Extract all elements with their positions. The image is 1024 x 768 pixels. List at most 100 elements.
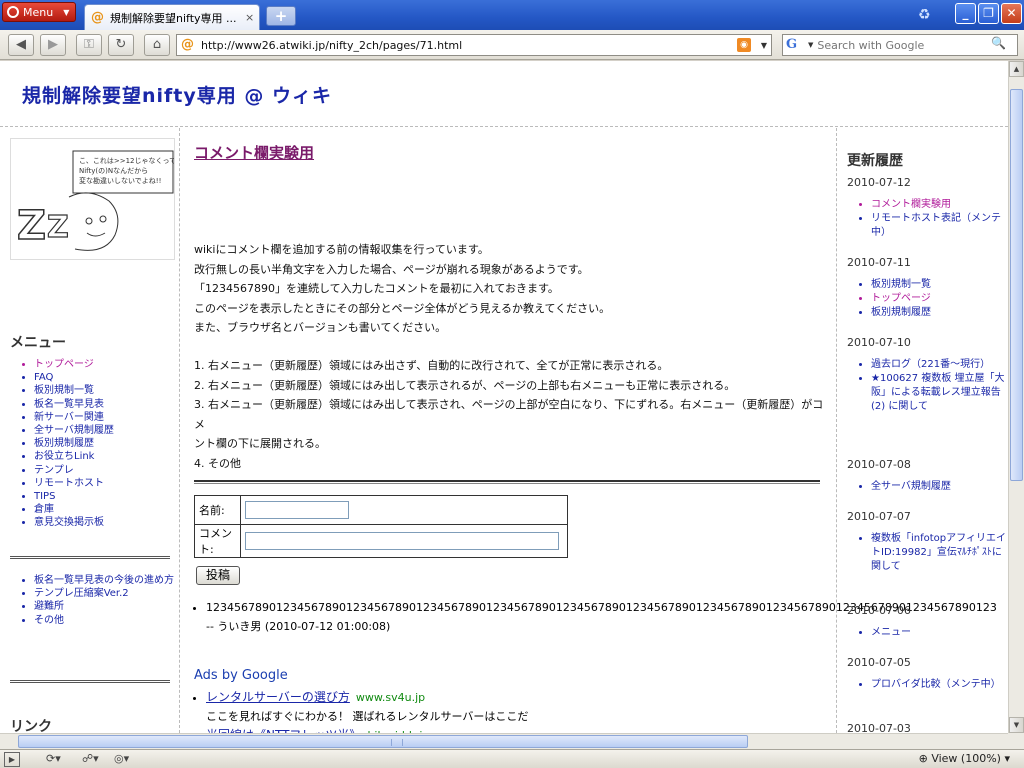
menu-item[interactable]: 倉庫 [34, 503, 114, 516]
scroll-thumb[interactable] [1010, 89, 1023, 481]
comment-label: コメント: [194, 524, 241, 558]
extra-menu-item[interactable]: 避難所 [34, 600, 176, 613]
menu-item[interactable]: 意見交換掲示板 [34, 516, 114, 529]
chevron-down-icon[interactable]: ▼ [808, 41, 813, 49]
svg-text:Z: Z [47, 210, 69, 245]
search-input[interactable] [817, 38, 988, 52]
divider [10, 556, 170, 559]
minimize-button[interactable]: _ [955, 3, 976, 24]
unite-icon[interactable]: ☍▾ [82, 752, 99, 767]
recent-updates: 更新履歴 2010-07-12 コメント欄実験用リモートホスト表記（メンテ中） 20… [836, 128, 1008, 733]
opera-menu-icon [7, 6, 19, 18]
google-icon[interactable]: G [786, 37, 804, 53]
zoom-control[interactable]: ⊕ View (100%) ▾ [919, 752, 1010, 765]
update-list: プロバイダ比較（メンテ中） [837, 678, 1007, 692]
update-date: 2010-07-10 [847, 336, 911, 349]
update-date: 2010-07-06 [847, 604, 911, 617]
update-date: 2010-07-11 [847, 256, 911, 269]
back-button[interactable]: ◀ [8, 34, 34, 56]
rss-icon[interactable]: ◉ [737, 38, 751, 52]
update-item[interactable]: プロバイダ比較（メンテ中） [871, 678, 1007, 692]
tab-title: 規制解除要望nifty専用 ... [110, 11, 237, 25]
site-title[interactable]: 規制解除要望nifty専用 @ ウィキ [22, 81, 332, 108]
extra-menu-item[interactable]: その他 [34, 614, 176, 627]
name-label: 名前: [194, 495, 241, 525]
menu-item[interactable]: FAQ [34, 371, 114, 384]
address-field[interactable]: @ http://www26.atwiki.jp/nifty_2ch/pages… [176, 34, 772, 56]
update-item[interactable]: リモートホスト表記（メンテ中） [871, 212, 1007, 240]
update-item[interactable]: 板別規制履歴 [871, 306, 1007, 320]
update-item[interactable]: トップページ [871, 292, 1007, 306]
ad-title-link[interactable]: レンタルサーバーの選び方 [206, 690, 350, 704]
menu-title: メニュー [10, 335, 66, 351]
update-item[interactable]: 板別規制一覧 [871, 278, 1007, 292]
name-field[interactable] [245, 501, 349, 519]
back-icon: ◀ [16, 37, 26, 52]
search-icon[interactable]: 🔍 [991, 36, 1009, 54]
intro-line: また、ブラウザ名とバージョンも書いてください。 [194, 321, 447, 334]
extra-menu-item[interactable]: テンプレ圧縮案Ver.2 [34, 587, 176, 600]
sync-icon[interactable]: ⟳▾ [46, 752, 61, 767]
scroll-up-icon[interactable]: ▲ [1009, 61, 1024, 77]
close-tab-icon[interactable]: × [245, 11, 254, 24]
forward-button[interactable]: ▶ [40, 34, 66, 56]
update-item[interactable]: 全サーバ規制履歴 [871, 480, 1007, 494]
zoom-icon: ⊕ [918, 752, 928, 765]
update-item[interactable]: 過去ログ（221番～現行） [871, 358, 1007, 372]
update-date: 2010-07-07 [847, 510, 911, 523]
submit-button[interactable]: 投稿 [196, 566, 240, 585]
update-item[interactable]: ★100627 複数板 埋立屋「大阪」による転載レス埋立報告 (2) に関して [871, 372, 1007, 414]
turbo-icon[interactable]: ◎▾ [114, 752, 129, 767]
ads-title[interactable]: Ads by Google [194, 668, 288, 683]
extra-menu-list: 板名一覧早見表の今後の進め方テンプレ圧縮案Ver.2避難所その他 [0, 574, 176, 627]
forward-icon: ▶ [48, 37, 58, 52]
vertical-scrollbar[interactable]: ▲ ▼ [1008, 61, 1024, 733]
chevron-down-icon[interactable]: ▼ [757, 41, 771, 50]
new-tab-button[interactable]: + [266, 6, 296, 26]
update-item[interactable]: 複数板「infotopアフィリエイトID:19982」宣伝ﾏﾙﾁﾎﾟｽﾄに関して [871, 532, 1007, 574]
menu-item[interactable]: 新サーバー関連 [34, 411, 114, 424]
update-item[interactable]: メニュー [871, 626, 1007, 640]
comment-field[interactable] [245, 532, 559, 550]
menu-item[interactable]: リモートホスト [34, 477, 114, 490]
search-box[interactable]: G ▼ 🔍 [782, 34, 1018, 56]
option-line: ント欄の下に展開される。 [194, 437, 326, 450]
tab-active[interactable]: @ 規制解除要望nifty専用 ... × [84, 4, 260, 30]
opera-menu-button[interactable]: Menu ▼ [2, 2, 76, 22]
horizontal-scrollbar[interactable] [0, 733, 1008, 749]
banner-image[interactable]: こ、これは>>12じゃなくって Nifty(の)Nなんだから 変な勘違いしないで… [10, 138, 175, 260]
menu-label: Menu [23, 5, 54, 19]
ads-list: レンタルサーバーの選び方 www.sv4u.jp ここを見ればすぐにわかる！ 選ばれ… [206, 688, 826, 733]
menu-item[interactable]: トップページ [34, 358, 114, 371]
wand-button[interactable]: ⚿ [76, 34, 102, 56]
menu-item[interactable]: 板別規制履歴 [34, 437, 114, 450]
home-button[interactable]: ⌂ [144, 34, 170, 56]
intro-line: 改行無しの長い半角文字を入力した場合、ページが崩れる現象があるようです。 [194, 262, 589, 276]
menu-item[interactable]: お役立ちLink [34, 450, 114, 463]
trash-icon[interactable]: ♻ [918, 7, 936, 25]
ad-url[interactable]: www.sv4u.jp [356, 691, 425, 704]
menu-item[interactable]: 板名一覧早見表 [34, 398, 114, 411]
update-date: 2010-07-03 [847, 722, 911, 733]
divider [194, 480, 820, 484]
panel-icon[interactable]: ▶ [4, 752, 20, 767]
menu-item[interactable]: 板別規制一覧 [34, 384, 114, 397]
options-text: 1. 右メニュー（更新履歴）領域にはみ出さず、自動的に改行されて、全てが正常に表… [194, 356, 824, 473]
menu-item[interactable]: TIPS [34, 490, 114, 503]
scroll-down-icon[interactable]: ▼ [1009, 717, 1024, 733]
banner-line-2: Nifty(の)Nなんだから [79, 167, 148, 175]
update-list: 過去ログ（221番～現行）★100627 複数板 埋立屋「大阪」による転載レス埋… [837, 358, 1007, 414]
address-url[interactable]: http://www26.atwiki.jp/nifty_2ch/pages/7… [201, 39, 731, 52]
chevron-down-icon: ▾ [1004, 752, 1010, 765]
menu-item[interactable]: 全サーバ規制履歴 [34, 424, 114, 437]
page-title[interactable]: コメント欄実験用 [194, 142, 314, 163]
update-item[interactable]: コメント欄実験用 [871, 198, 1007, 212]
reload-button[interactable]: ↻ [108, 34, 134, 56]
extra-menu-item[interactable]: 板名一覧早見表の今後の進め方 [34, 574, 176, 587]
close-window-button[interactable]: ✕ [1001, 3, 1022, 24]
restore-button[interactable]: ❐ [978, 3, 999, 24]
tab-bar: Menu ▼ @ 規制解除要望nifty専用 ... × + ♻ _ ❐ ✕ [0, 0, 1024, 30]
option-line: 2. 右メニュー（更新履歴）領域にはみ出して表示されるが、ページの上部も右メニュ… [194, 378, 736, 392]
hscroll-thumb[interactable] [18, 735, 748, 748]
menu-item[interactable]: テンプレ [34, 464, 114, 477]
